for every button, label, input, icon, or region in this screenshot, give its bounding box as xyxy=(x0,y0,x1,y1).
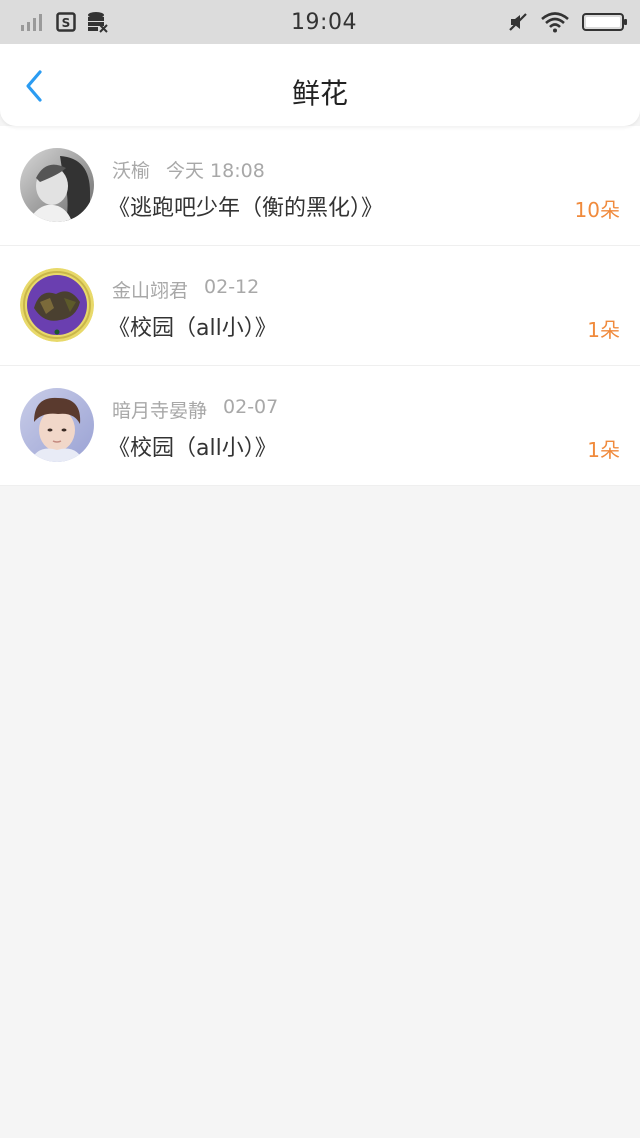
signal-bars-icon xyxy=(21,14,42,31)
book-title: 《校园（all小）》 xyxy=(108,436,277,461)
svg-text:S: S xyxy=(62,16,71,30)
flower-list: 沃榆 今天 18:08 《逃跑吧少年（衡的黑化）》 10朵 金山翊君 02-12… xyxy=(0,126,640,486)
send-time: 今天 18:08 xyxy=(166,160,265,182)
avatar xyxy=(20,148,94,222)
list-item[interactable]: 金山翊君 02-12 《校园（all小）》 1朵 xyxy=(0,246,640,366)
status-left: S xyxy=(20,11,180,33)
send-time: 02-07 xyxy=(223,396,279,418)
flower-count: 10朵 xyxy=(574,198,620,222)
book-title: 《校园（all小）》 xyxy=(108,316,277,341)
list-item[interactable]: 沃榆 今天 18:08 《逃跑吧少年（衡的黑化）》 10朵 xyxy=(0,126,640,246)
empty-area xyxy=(0,486,640,1138)
status-bar: S 19:04 xyxy=(0,0,640,44)
purple-emblem-badge-icon xyxy=(20,268,94,342)
wifi-icon xyxy=(541,12,569,33)
status-right xyxy=(468,11,628,33)
avatar xyxy=(20,268,94,342)
avatar xyxy=(20,388,94,462)
nav-bar: 鲜花 xyxy=(0,44,640,126)
flower-count: 1朵 xyxy=(587,438,620,462)
sender-name: 暗月寺晏静 xyxy=(112,400,208,422)
sender-name: 沃榆 xyxy=(112,160,151,182)
sim-s-icon: S xyxy=(56,12,76,32)
row-meta: 沃榆 今天 18:08 xyxy=(112,156,265,183)
mute-icon xyxy=(509,13,527,31)
sender-name: 金山翊君 xyxy=(112,280,189,302)
grayscale-girl-photo-icon xyxy=(20,148,94,222)
row-meta: 暗月寺晏静 02-07 xyxy=(112,396,278,423)
book-title: 《逃跑吧少年（衡的黑化）》 xyxy=(108,196,384,221)
status-time: 19:04 xyxy=(291,9,357,35)
flower-count: 1朵 xyxy=(587,318,620,342)
row-meta: 金山翊君 02-12 xyxy=(112,276,259,303)
list-item[interactable]: 暗月寺晏静 02-07 《校园（all小）》 1朵 xyxy=(0,366,640,486)
battery-icon xyxy=(582,13,627,31)
page-title: 鲜花 xyxy=(291,77,348,110)
database-icon xyxy=(88,12,108,33)
boy-portrait-photo-icon xyxy=(20,388,94,462)
send-time: 02-12 xyxy=(204,276,260,298)
